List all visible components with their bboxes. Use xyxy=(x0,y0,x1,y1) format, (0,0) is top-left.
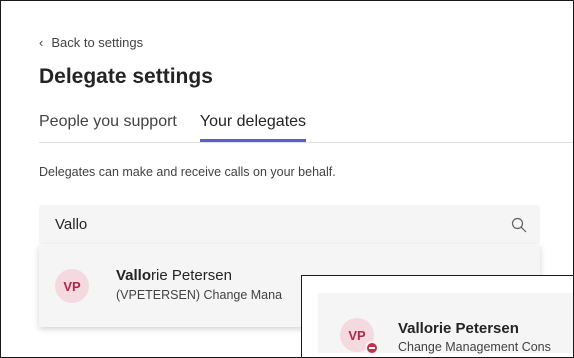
contact-hover-card: VP Vallorie Petersen Change Management C… xyxy=(301,275,573,357)
search-box[interactable] xyxy=(39,205,540,244)
page-title: Delegate settings xyxy=(39,65,213,88)
tab-people-you-support[interactable]: People you support xyxy=(39,113,177,142)
tab-bar: People you support Your delegates xyxy=(39,113,329,142)
contact-subtitle: Change Management Cons xyxy=(398,340,551,354)
result-name: Vallorie Petersen xyxy=(116,267,232,284)
delegates-description: Delegates can make and receive calls on … xyxy=(39,165,336,179)
back-to-settings-link[interactable]: ‹ Back to settings xyxy=(39,35,143,50)
result-name-match: Vallo xyxy=(116,267,152,284)
result-name-rest: rie Petersen xyxy=(151,267,232,284)
contact-name: Vallorie Petersen xyxy=(398,320,519,337)
tab-divider xyxy=(39,142,573,143)
chevron-left-icon: ‹ xyxy=(39,35,44,50)
search-icon[interactable] xyxy=(510,216,528,234)
delegate-settings-panel: ‹ Back to settings Delegate settings Peo… xyxy=(0,0,574,358)
back-label: Back to settings xyxy=(51,35,144,50)
avatar: VP xyxy=(55,269,89,303)
do-not-disturb-icon xyxy=(365,341,379,355)
tab-your-delegates[interactable]: Your delegates xyxy=(199,113,307,142)
search-input[interactable] xyxy=(53,215,510,234)
result-subtitle: (VPETERSEN) Change Mana xyxy=(116,288,283,302)
contact-card-body[interactable]: VP Vallorie Petersen Change Management C… xyxy=(318,293,573,355)
